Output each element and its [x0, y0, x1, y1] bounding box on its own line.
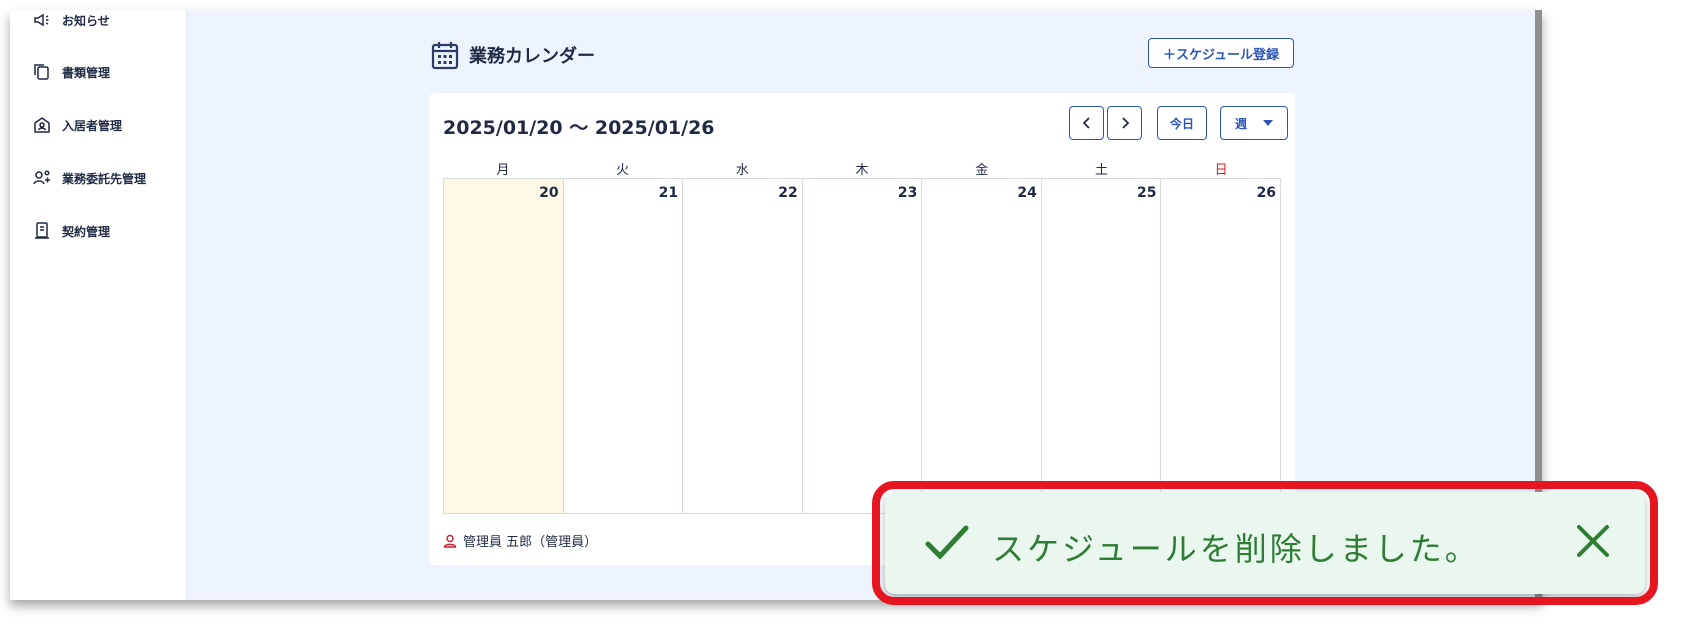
- resident-icon: [34, 117, 50, 133]
- page-title: 業務カレンダー: [469, 46, 595, 67]
- megaphone-icon: [34, 13, 49, 27]
- view-select[interactable]: 週: [1220, 106, 1288, 140]
- weekday-label-sunday: 日: [1214, 163, 1228, 178]
- today-button[interactable]: 今日: [1157, 106, 1207, 140]
- documents-icon: [34, 64, 49, 80]
- day-number: 24: [1017, 185, 1037, 201]
- prev-week-button[interactable]: [1069, 106, 1104, 140]
- sidebar-item-label: 契約管理: [62, 224, 111, 239]
- contract-icon: [35, 222, 49, 239]
- day-cell[interactable]: 25: [1041, 179, 1162, 513]
- day-number: 26: [1256, 185, 1277, 201]
- day-cell[interactable]: 23: [802, 179, 923, 513]
- sidebar-item-contractors[interactable]: 業務委託先管理: [32, 168, 146, 188]
- week-grid: 20 21 22 23 24 25 26: [443, 178, 1282, 514]
- sidebar-item-contracts[interactable]: 契約管理: [32, 221, 110, 241]
- day-number: 25: [1136, 185, 1157, 201]
- day-number: 22: [778, 185, 798, 201]
- day-number: 21: [658, 185, 679, 201]
- sidebar-item-label: 業務委託先管理: [62, 171, 147, 186]
- day-cell[interactable]: 22: [683, 179, 803, 513]
- next-week-button[interactable]: [1107, 106, 1142, 140]
- weekday-label: 木: [855, 163, 869, 178]
- highlight-outline: [872, 481, 1658, 605]
- weekday-label: 月: [496, 163, 510, 178]
- sidebar-item-label: 書類管理: [62, 65, 111, 80]
- user-name: 管理員 五郎（管理員）: [463, 535, 598, 550]
- page-header: 業務カレンダー: [431, 40, 595, 70]
- weekday-label: 土: [1094, 163, 1108, 178]
- sidebar-item-notices[interactable]: お知らせ: [32, 10, 110, 30]
- day-cell[interactable]: 26: [1161, 179, 1282, 513]
- caret-down-icon: [1262, 120, 1273, 126]
- contractor-icon: [33, 170, 50, 185]
- day-number: 20: [539, 185, 559, 201]
- calendar-icon: [431, 42, 459, 70]
- add-schedule-button[interactable]: ＋スケジュール登録: [1148, 38, 1294, 68]
- day-number: 23: [897, 185, 918, 201]
- chevron-right-icon: [1121, 117, 1129, 129]
- weekday-label: 火: [616, 163, 630, 178]
- user-legend: 管理員 五郎（管理員）: [443, 531, 597, 550]
- day-cell-today[interactable]: 20: [444, 179, 564, 513]
- user-icon: [443, 534, 457, 548]
- chevron-left-icon: [1082, 117, 1090, 129]
- sidebar-item-documents[interactable]: 書類管理: [32, 62, 110, 82]
- view-select-value: 週: [1234, 116, 1247, 131]
- weekday-header: 月 火 水 木 金 土 日: [443, 159, 1281, 178]
- weekday-label: 金: [975, 163, 989, 178]
- sidebar-item-residents[interactable]: 入居者管理: [32, 115, 122, 135]
- day-cell[interactable]: 24: [922, 179, 1042, 513]
- day-cell[interactable]: 21: [563, 179, 684, 513]
- sidebar-item-label: 入居者管理: [62, 118, 123, 133]
- sidebar-item-label: お知らせ: [62, 13, 110, 28]
- weekday-label: 水: [735, 163, 749, 178]
- date-range: 2025/01/20 〜 2025/01/26: [443, 117, 715, 139]
- sidebar: お知らせ 書類管理 入居者管理 業務委託先管理 契約管理: [10, 10, 187, 600]
